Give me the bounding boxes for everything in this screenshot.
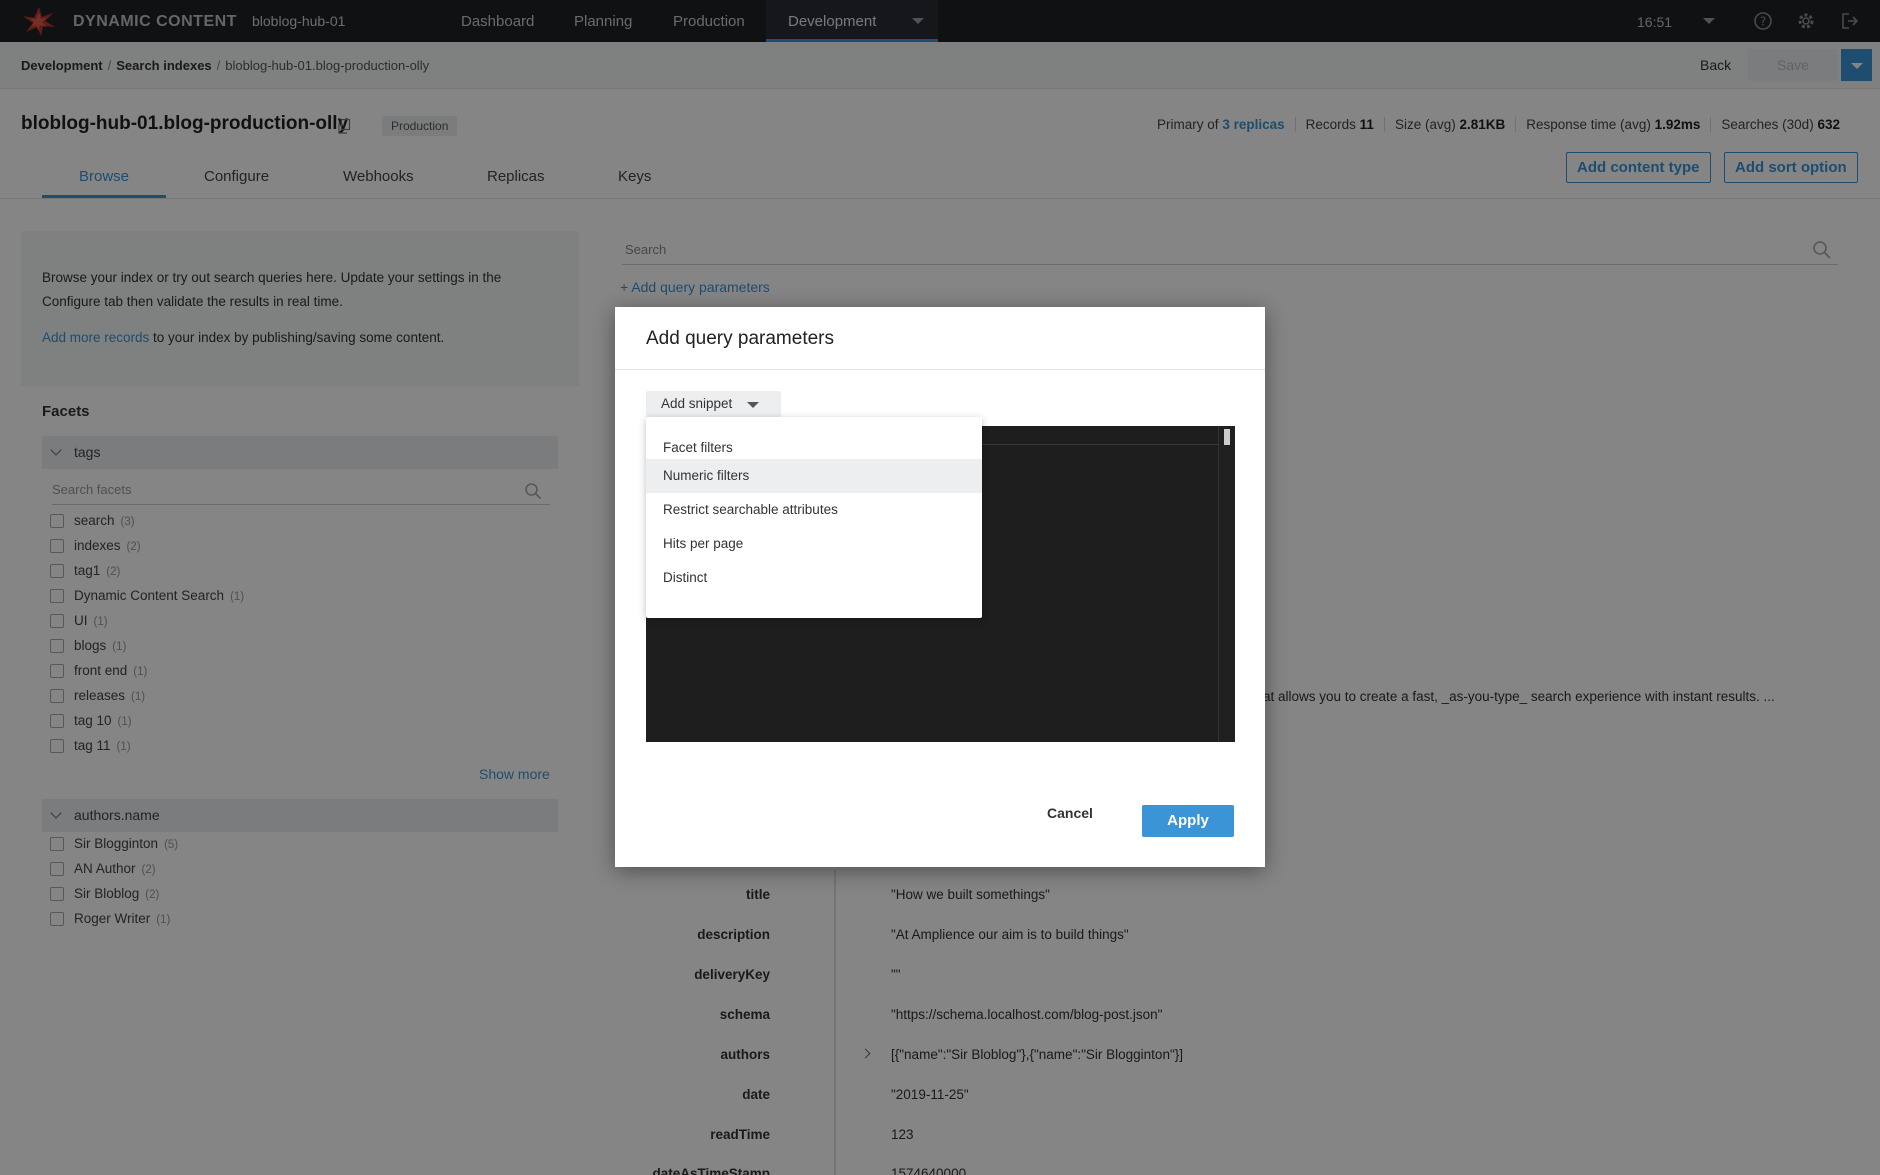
snippet-option-label: Restrict searchable attributes <box>663 502 838 517</box>
snippet-option-distinct[interactable]: Distinct <box>646 561 982 595</box>
snippet-option-numeric-filters[interactable]: Numeric filters <box>646 459 982 493</box>
add-snippet-button[interactable]: Add snippet <box>646 391 781 418</box>
cancel-button[interactable]: Cancel <box>1047 805 1093 821</box>
snippet-option-label: Numeric filters <box>663 468 750 483</box>
editor-scrollbar[interactable] <box>1218 426 1235 742</box>
dialog-divider <box>615 369 1265 370</box>
snippet-option-hits-per-page[interactable]: Hits per page <box>646 527 982 561</box>
add-query-parameters-dialog: Add query parameters Add snippet Facet f… <box>615 307 1265 867</box>
snippet-option-label: Hits per page <box>663 536 744 551</box>
apply-button[interactable]: Apply <box>1142 805 1234 837</box>
snippet-option-label: Distinct <box>663 570 708 585</box>
editor-scroll-thumb[interactable] <box>1224 429 1230 445</box>
snippet-option-restrict-searchable-attributes[interactable]: Restrict searchable attributes <box>646 493 982 527</box>
add-snippet-label: Add snippet <box>661 396 733 411</box>
chevron-down-icon <box>747 402 759 408</box>
snippet-dropdown-menu: Facet filters Numeric filters Restrict s… <box>646 417 982 618</box>
snippet-option-label: Facet filters <box>663 440 733 455</box>
dialog-title: Add query parameters <box>646 328 834 349</box>
